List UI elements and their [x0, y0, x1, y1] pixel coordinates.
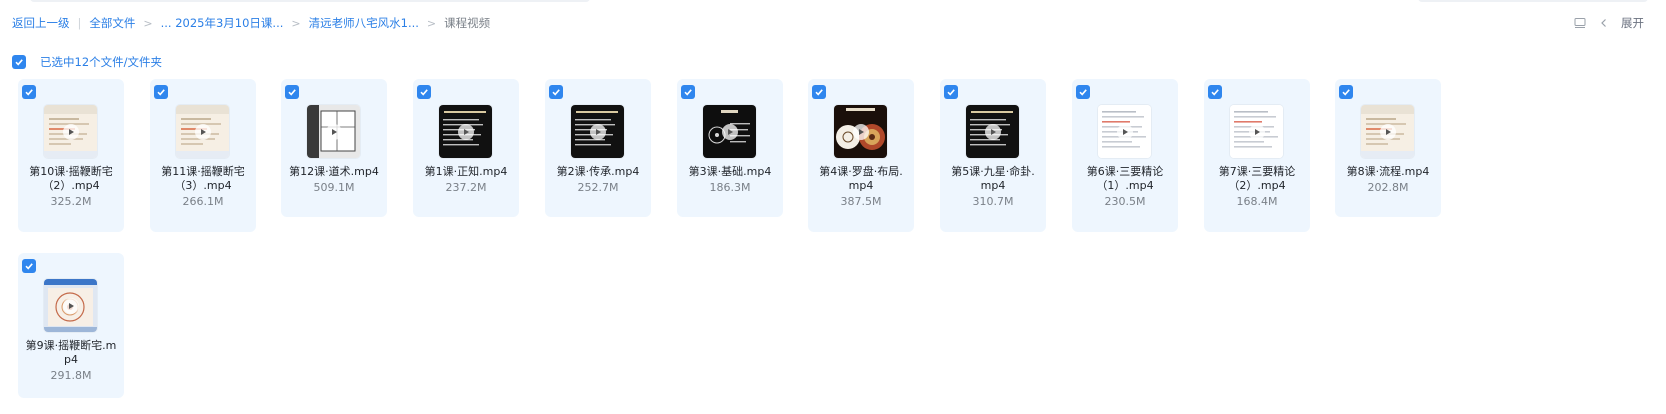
file-checkbox[interactable] — [1339, 85, 1353, 99]
top-band-right — [1418, 0, 1648, 2]
chevron-left-icon[interactable] — [1597, 16, 1611, 30]
video-thumbnail[interactable] — [44, 105, 97, 158]
file-card[interactable]: 第2课·传承.mp4 252.7M — [545, 79, 651, 217]
play-icon — [984, 123, 1001, 140]
file-name[interactable]: 第3课·基础.mp4 — [683, 165, 777, 179]
list-view-icon[interactable] — [1573, 16, 1587, 30]
file-checkbox[interactable] — [944, 85, 958, 99]
file-size: 310.7M — [972, 195, 1014, 208]
file-checkbox[interactable] — [812, 85, 826, 99]
file-card[interactable]: 第4课·罗盘·布局.mp4 387.5M — [808, 79, 914, 232]
file-name[interactable]: 第4课·罗盘·布局.mp4 — [814, 165, 908, 193]
chevron-right-icon: > — [143, 16, 153, 30]
chevron-right-icon: > — [291, 16, 301, 30]
play-icon — [852, 123, 869, 140]
video-thumbnail[interactable] — [1230, 105, 1283, 158]
selection-count-label: 已选中12个文件/文件夹 — [40, 55, 163, 69]
play-icon — [62, 297, 79, 314]
file-checkbox[interactable] — [285, 85, 299, 99]
video-thumbnail[interactable] — [966, 105, 1019, 158]
file-size: 266.1M — [182, 195, 224, 208]
file-card[interactable]: 第10课·摇鞭断宅（2）.mp4 325.2M — [18, 79, 124, 232]
file-size: 325.2M — [50, 195, 92, 208]
file-checkbox[interactable] — [417, 85, 431, 99]
file-card[interactable]: 第7课·三要精论（2）.mp4 168.4M — [1204, 79, 1310, 232]
file-card[interactable]: 第12课·道术.mp4 509.1M — [281, 79, 387, 217]
video-thumbnail[interactable] — [834, 105, 887, 158]
file-card[interactable]: 第9课·摇鞭断宅.mp4 291.8M — [18, 253, 124, 398]
top-band-left — [30, 0, 590, 2]
breadcrumb-all-files[interactable]: 全部文件 — [89, 15, 135, 31]
play-icon — [194, 123, 211, 140]
video-thumbnail[interactable] — [307, 105, 360, 158]
chevron-right-icon: > — [426, 16, 437, 30]
file-name[interactable]: 第2课·传承.mp4 — [551, 165, 645, 179]
play-icon — [1379, 123, 1396, 140]
file-size: 202.8M — [1367, 181, 1409, 194]
video-thumbnail[interactable] — [439, 105, 492, 158]
play-icon — [1248, 123, 1265, 140]
file-size: 252.7M — [577, 181, 619, 194]
file-name[interactable]: 第12课·道术.mp4 — [287, 165, 381, 179]
file-card[interactable]: 第3课·基础.mp4 186.3M — [677, 79, 783, 217]
file-name[interactable]: 第6课·三要精论（1）.mp4 — [1078, 165, 1172, 193]
video-thumbnail[interactable] — [44, 279, 97, 332]
breadcrumb-level2[interactable]: 清远老师八宅风水1... — [309, 15, 419, 31]
file-checkbox[interactable] — [1208, 85, 1222, 99]
breadcrumb-current: 课程视频 — [444, 16, 491, 30]
play-icon — [62, 123, 79, 140]
file-name[interactable]: 第5课·九星·命卦.mp4 — [946, 165, 1040, 193]
breadcrumb-level1[interactable]: ... 2025年3月10日课... — [161, 15, 284, 31]
file-name[interactable]: 第11课·摇鞭断宅（3）.mp4 — [156, 165, 250, 193]
file-name[interactable]: 第8课·流程.mp4 — [1341, 165, 1435, 179]
select-all-row: 已选中12个文件/文件夹 — [12, 54, 162, 70]
file-card[interactable]: 第11课·摇鞭断宅（3）.mp4 266.1M — [150, 79, 256, 232]
file-size: 168.4M — [1236, 195, 1278, 208]
select-all-checkbox[interactable] — [12, 55, 26, 69]
file-card[interactable]: 第1课·正知.mp4 237.2M — [413, 79, 519, 217]
play-icon — [1116, 123, 1133, 140]
file-checkbox[interactable] — [681, 85, 695, 99]
file-size: 186.3M — [709, 181, 751, 194]
breadcrumb-back[interactable]: 返回上一级 — [12, 15, 70, 31]
top-scroll-band — [0, 0, 1666, 4]
play-icon — [325, 123, 342, 140]
play-icon — [589, 123, 606, 140]
breadcrumb-divider: | — [77, 16, 82, 30]
file-checkbox[interactable] — [549, 85, 563, 99]
file-name[interactable]: 第7课·三要精论（2）.mp4 — [1210, 165, 1304, 193]
breadcrumb: 返回上一级 | 全部文件 > ... 2025年3月10日课... > 清远老师… — [12, 14, 490, 32]
file-card[interactable]: 第5课·九星·命卦.mp4 310.7M — [940, 79, 1046, 232]
play-icon — [457, 123, 474, 140]
expand-button[interactable]: 展开 — [1621, 15, 1644, 31]
file-size: 230.5M — [1104, 195, 1146, 208]
file-checkbox[interactable] — [154, 85, 168, 99]
file-name[interactable]: 第1课·正知.mp4 — [419, 165, 513, 179]
video-thumbnail[interactable] — [1098, 105, 1151, 158]
file-card[interactable]: 第8课·流程.mp4 202.8M — [1335, 79, 1441, 217]
video-thumbnail[interactable] — [571, 105, 624, 158]
file-size: 509.1M — [313, 181, 355, 194]
file-name[interactable]: 第10课·摇鞭断宅（2）.mp4 — [24, 165, 118, 193]
file-size: 387.5M — [840, 195, 882, 208]
play-icon — [721, 123, 738, 140]
file-card[interactable]: 第6课·三要精论（1）.mp4 230.5M — [1072, 79, 1178, 232]
file-size: 291.8M — [50, 369, 92, 382]
file-checkbox[interactable] — [22, 85, 36, 99]
file-name[interactable]: 第9课·摇鞭断宅.mp4 — [24, 339, 118, 367]
file-checkbox[interactable] — [1076, 85, 1090, 99]
file-size: 237.2M — [445, 181, 487, 194]
video-thumbnail[interactable] — [703, 105, 756, 158]
video-thumbnail[interactable] — [1361, 105, 1414, 158]
right-toolbar: 展开 — [1573, 14, 1644, 32]
file-checkbox[interactable] — [22, 259, 36, 273]
video-thumbnail[interactable] — [176, 105, 229, 158]
